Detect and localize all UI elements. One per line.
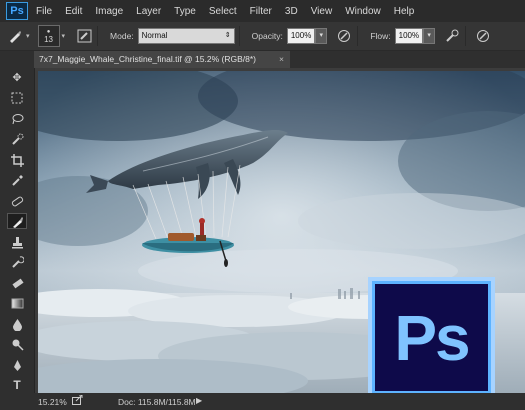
zoom-level[interactable]: 15.21% — [38, 397, 67, 407]
airbrush-icon[interactable] — [443, 27, 461, 45]
opacity-label: Opacity: — [251, 31, 283, 41]
history-brush-icon[interactable] — [7, 254, 27, 270]
menu-3d[interactable]: 3D — [285, 6, 298, 17]
menu-select[interactable]: Select — [209, 6, 237, 17]
menu-help[interactable]: Help — [394, 6, 415, 17]
divider — [465, 26, 467, 46]
menu-file[interactable]: File — [36, 6, 52, 17]
pressure-size-icon[interactable] — [474, 27, 492, 45]
divider — [357, 26, 359, 46]
marquee-tool-icon[interactable] — [7, 90, 27, 106]
photoshop-badge-logo: Ps — [372, 281, 491, 394]
opacity-dropdown[interactable]: ▾ — [315, 28, 328, 44]
eraser-icon[interactable] — [7, 275, 27, 291]
export-icon[interactable] — [72, 394, 83, 407]
photoshop-logo: Ps — [6, 2, 28, 20]
brush-size-value: 13 — [44, 35, 53, 44]
brush-preset-icon[interactable] — [6, 27, 24, 45]
divider — [97, 26, 99, 46]
photoshop-badge: Ps — [368, 277, 495, 398]
crop-tool-icon[interactable] — [7, 152, 27, 168]
menu-layer[interactable]: Layer — [136, 6, 161, 17]
options-bar: ▾ ● 13 ▾ Mode: Normal ⇕ Opacity: 100% ▾ … — [0, 22, 525, 51]
status-bar: 15.21% Doc: 115.8M/115.8M ▶ — [0, 393, 525, 410]
flow-field[interactable]: 100% — [394, 28, 424, 44]
type-tool-icon[interactable]: T — [7, 377, 27, 393]
document-tab[interactable]: 7x7_Maggie_Whale_Christine_final.tif @ 1… — [34, 51, 290, 68]
lasso-tool-icon[interactable] — [7, 111, 27, 127]
status-menu-icon[interactable]: ▶ — [196, 396, 202, 405]
menu-image[interactable]: Image — [95, 6, 123, 17]
dodge-icon[interactable] — [7, 336, 27, 352]
pen-icon[interactable] — [7, 357, 27, 373]
menu-edit[interactable]: Edit — [65, 6, 82, 17]
document-tab-title: 7x7_Maggie_Whale_Christine_final.tif @ 1… — [39, 54, 256, 64]
clone-stamp-icon[interactable] — [7, 234, 27, 250]
brush-panel-icon[interactable] — [75, 27, 93, 45]
updown-icon: ⇕ — [224, 32, 231, 39]
flow-dropdown[interactable]: ▾ — [423, 28, 436, 44]
move-tool-icon[interactable]: ✥ — [7, 70, 27, 86]
opacity-field[interactable]: 100% — [286, 28, 316, 44]
document-tab-bar: 7x7_Maggie_Whale_Christine_final.tif @ 1… — [0, 51, 525, 68]
badge-text: Ps — [394, 301, 470, 374]
mode-value: Normal — [141, 31, 168, 40]
brush-size-picker[interactable]: ● 13 — [37, 25, 60, 47]
eyedropper-icon[interactable] — [7, 172, 27, 188]
chevron-down-icon[interactable]: ▾ — [62, 32, 66, 40]
pressure-opacity-icon[interactable] — [335, 27, 353, 45]
tools-panel: ✥ T — [0, 68, 35, 393]
mode-label: Mode: — [110, 31, 134, 41]
menu-bar: Ps File Edit Image Layer Type Select Fil… — [0, 0, 525, 22]
menu-window[interactable]: Window — [345, 6, 381, 17]
mode-dropdown[interactable]: Normal ⇕ — [137, 28, 235, 44]
quick-select-icon[interactable] — [7, 131, 27, 147]
healing-brush-icon[interactable] — [7, 193, 27, 209]
gradient-icon[interactable] — [7, 295, 27, 311]
chevron-down-icon[interactable]: ▾ — [26, 32, 30, 40]
close-icon[interactable]: × — [279, 51, 284, 68]
flow-label: Flow: — [370, 31, 391, 41]
divider — [238, 26, 240, 46]
menu-filter[interactable]: Filter — [250, 6, 272, 17]
brush-tool-icon[interactable] — [7, 213, 27, 229]
blur-icon[interactable] — [7, 316, 27, 332]
menu-view[interactable]: View — [311, 6, 333, 17]
document-size-info: Doc: 115.8M/115.8M — [118, 397, 196, 407]
menu-type[interactable]: Type — [174, 6, 196, 17]
